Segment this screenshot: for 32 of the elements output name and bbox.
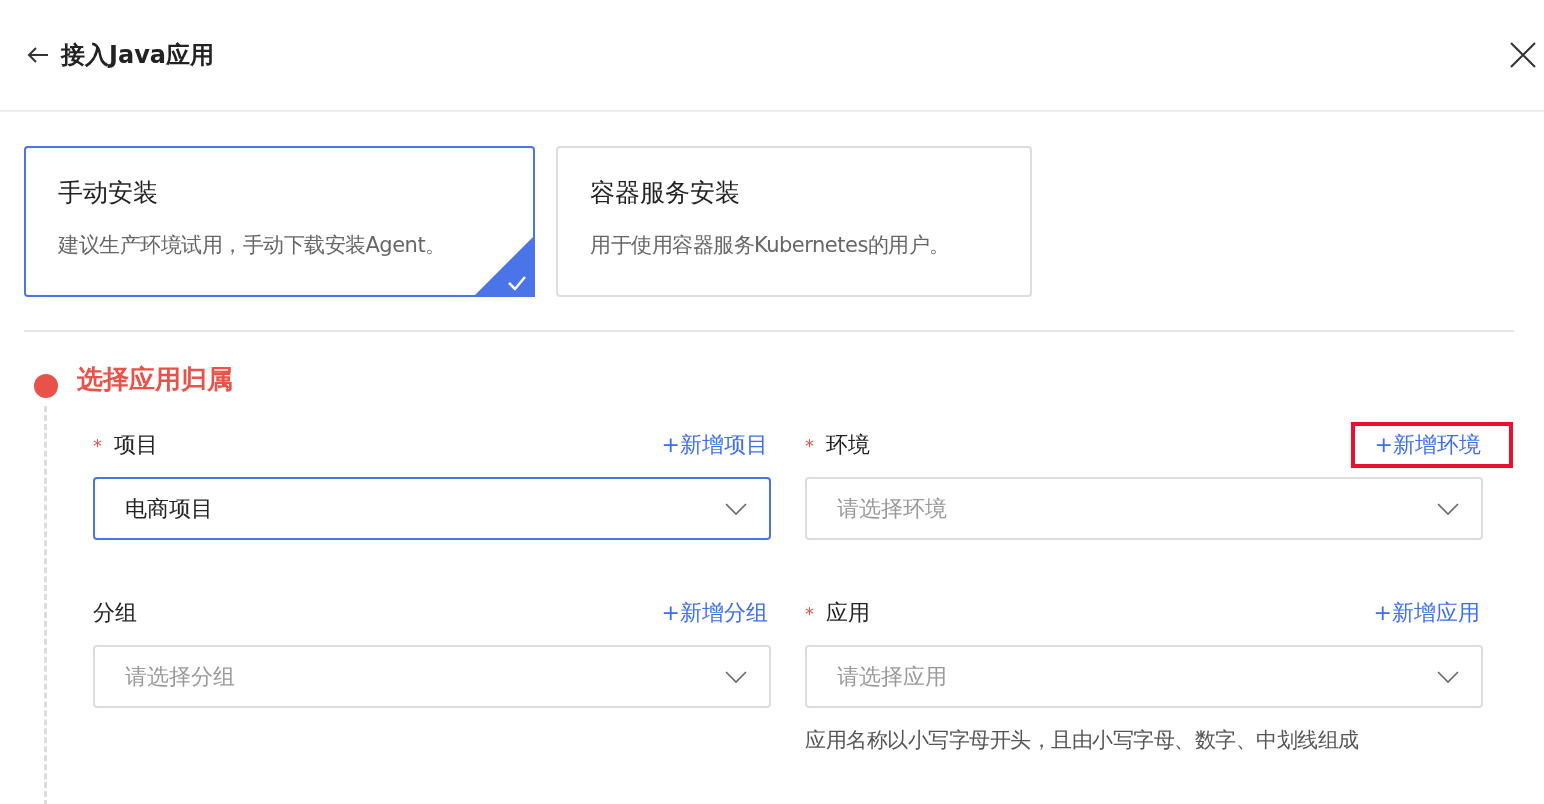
step-dot bbox=[33, 374, 58, 398]
add-link[interactable]: +新增项目 bbox=[661, 428, 771, 462]
field-label: 应用 bbox=[826, 599, 871, 627]
add-link[interactable]: +新增应用 bbox=[1373, 596, 1483, 630]
selected-check-icon bbox=[473, 235, 535, 297]
field-hint: 应用名称以小写字母开头，且由小写字母、数字、中划线组成 bbox=[805, 727, 1360, 754]
field-label: 环境 bbox=[826, 431, 871, 459]
card-title: 手动安装 bbox=[58, 177, 159, 209]
select-field[interactable]: 请选择应用 bbox=[805, 645, 1483, 708]
install-option-card[interactable]: 容器服务安装 用于使用容器服务Kubernetes的用户。 bbox=[556, 146, 1032, 297]
chevron-down-icon bbox=[1437, 670, 1459, 683]
install-option-card[interactable]: 手动安装 建议生产环境试用，手动下载安装Agent。 bbox=[24, 146, 535, 297]
select-field[interactable]: 电商项目 bbox=[93, 477, 771, 540]
field-label: 项目 bbox=[114, 431, 159, 459]
card-title: 容器服务安装 bbox=[590, 177, 741, 209]
card-description: 建议生产环境试用，手动下载安装Agent。 bbox=[58, 232, 447, 259]
field-label: 分组 bbox=[93, 599, 138, 627]
chevron-down-icon bbox=[725, 670, 747, 683]
add-link[interactable]: +新增环境 bbox=[1350, 422, 1513, 468]
select-field[interactable]: 请选择环境 bbox=[805, 477, 1483, 540]
select-field[interactable]: 请选择分组 bbox=[93, 645, 771, 708]
close-icon[interactable] bbox=[1510, 42, 1536, 68]
step-title: 选择应用归属 bbox=[77, 363, 234, 396]
add-link[interactable]: +新增分组 bbox=[661, 596, 771, 630]
chevron-down-icon bbox=[725, 502, 747, 515]
card-description: 用于使用容器服务Kubernetes的用户。 bbox=[590, 232, 951, 259]
required-asterisk: * bbox=[93, 434, 102, 456]
required-asterisk: * bbox=[805, 602, 814, 624]
back-arrow-icon[interactable] bbox=[27, 46, 49, 64]
page-title: 接入Java应用 bbox=[61, 40, 215, 71]
chevron-down-icon bbox=[1437, 502, 1459, 515]
required-asterisk: * bbox=[805, 434, 814, 456]
